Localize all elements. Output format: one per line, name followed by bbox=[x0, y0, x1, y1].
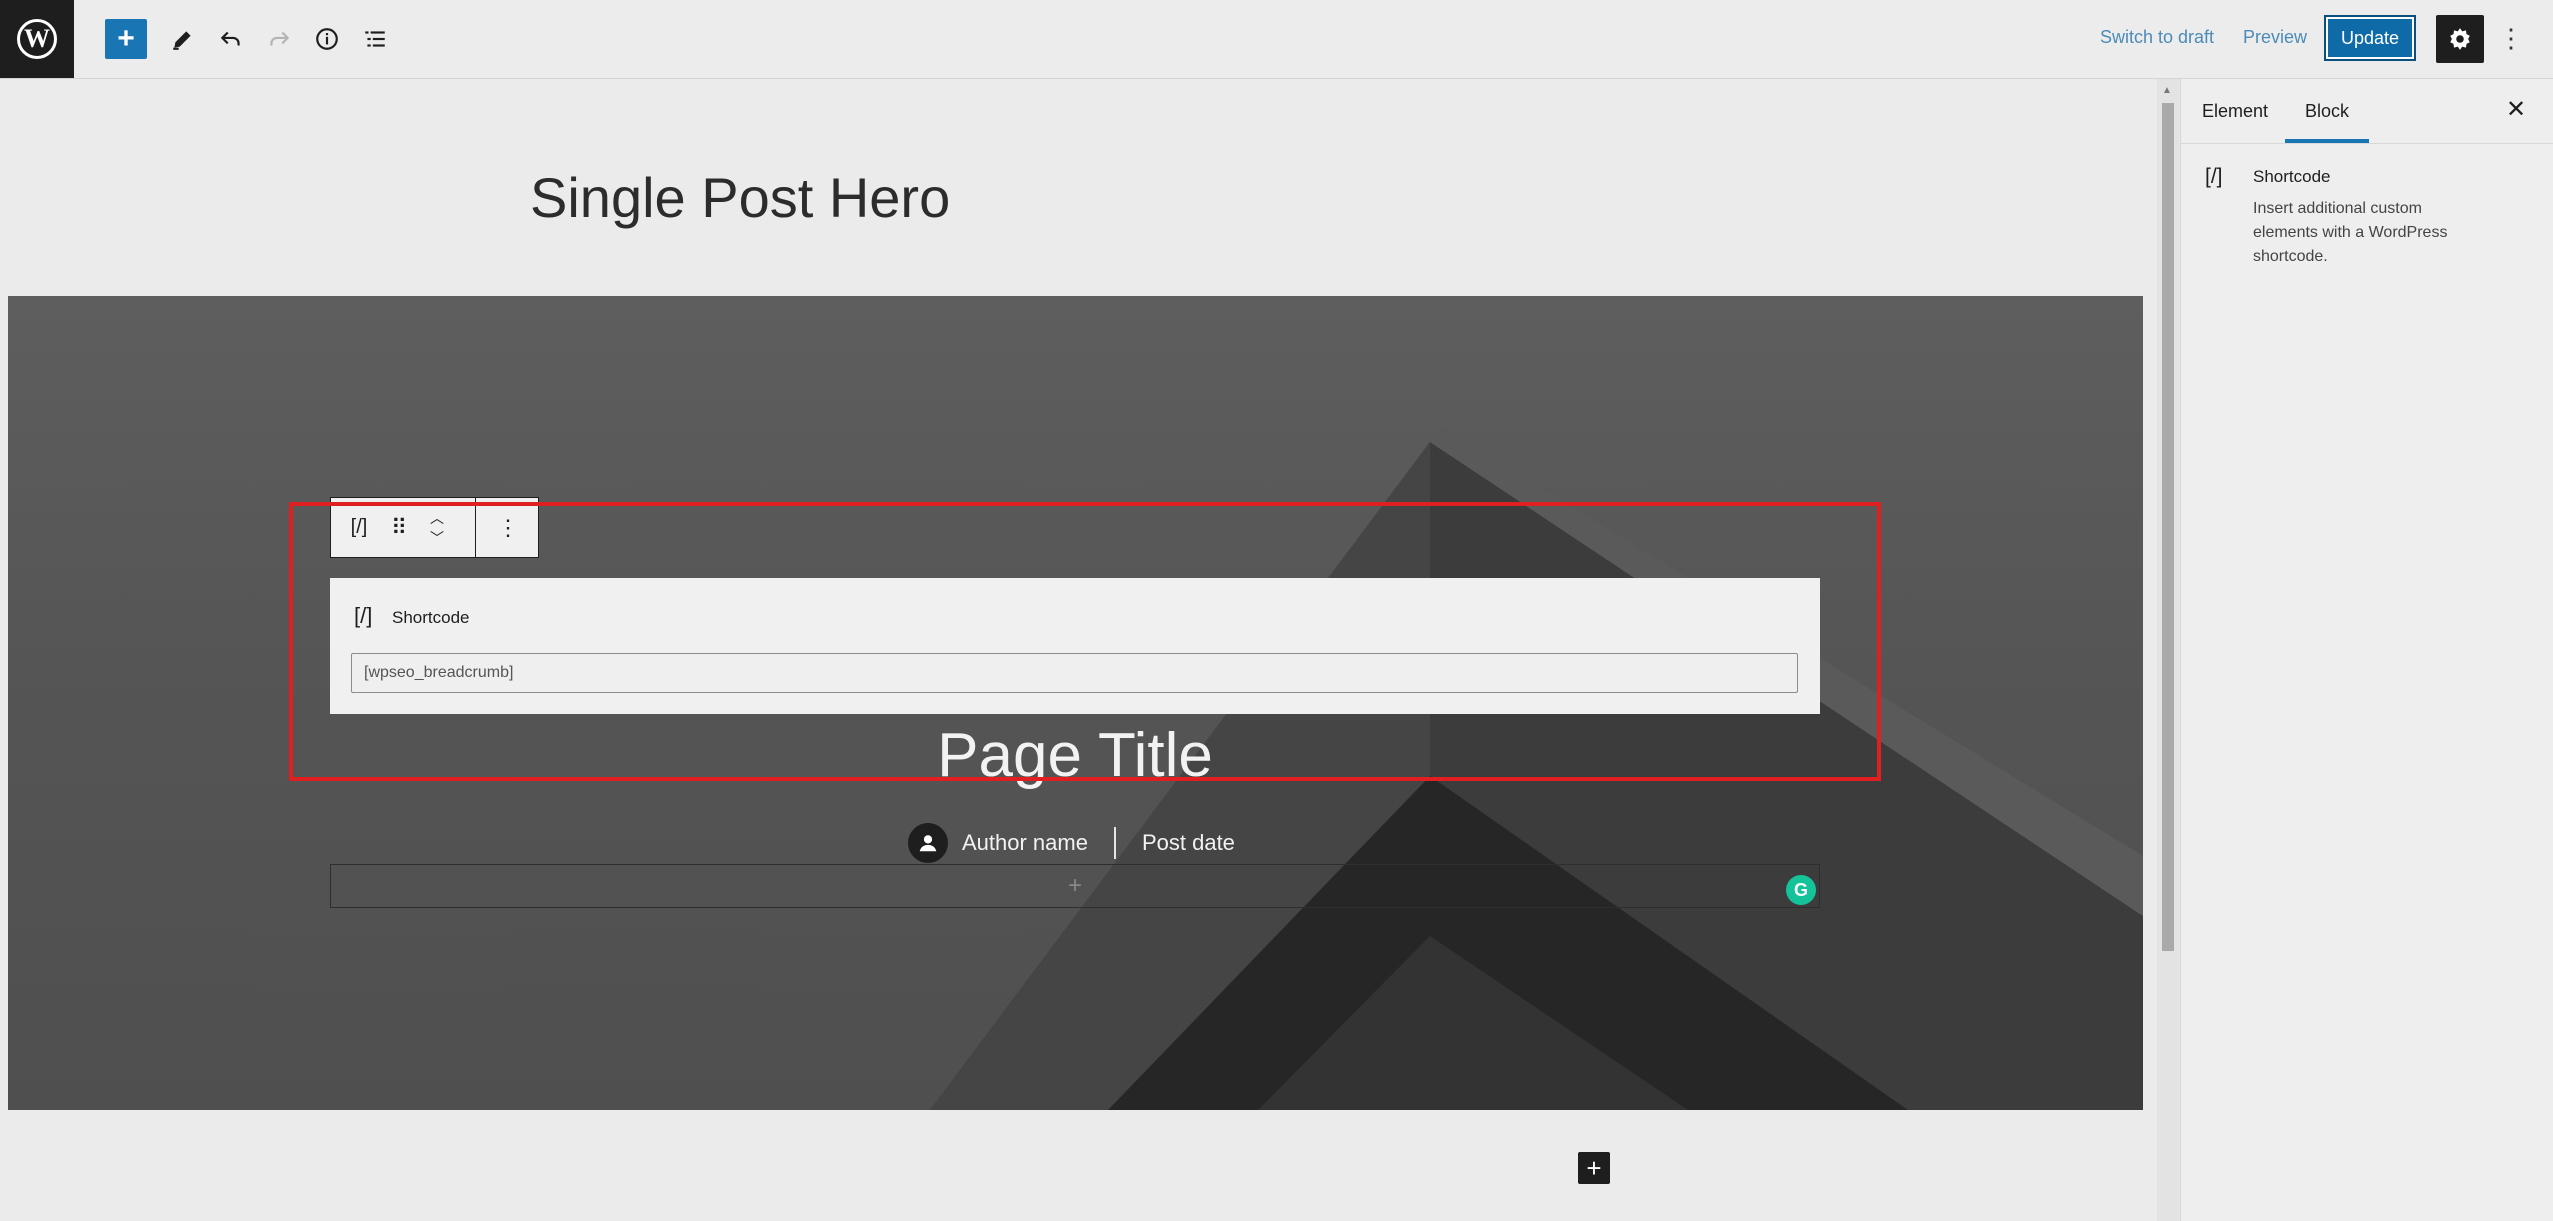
editor-header: W + Switch to draft Preview Update ⋮ bbox=[0, 0, 2553, 79]
template-title[interactable]: Single Post Hero bbox=[530, 165, 950, 230]
close-icon[interactable]: ✕ bbox=[2506, 95, 2526, 124]
meta-divider bbox=[1113, 827, 1116, 859]
highlight-annotation bbox=[289, 502, 1881, 781]
details-button[interactable] bbox=[307, 20, 347, 58]
block-appender-button[interactable]: + bbox=[330, 864, 1820, 908]
author-avatar-icon bbox=[908, 823, 948, 863]
tab-element[interactable]: Element bbox=[2202, 101, 2268, 122]
block-card-description: Insert additional custom elements with a… bbox=[2253, 200, 2448, 265]
settings-button[interactable] bbox=[2436, 15, 2484, 63]
scrollbar-thumb[interactable] bbox=[2162, 103, 2174, 951]
list-view-icon bbox=[365, 31, 385, 47]
pencil-icon bbox=[173, 31, 191, 50]
gear-icon bbox=[2450, 28, 2470, 50]
grammarly-icon[interactable]: G bbox=[1786, 875, 1816, 905]
redo-icon bbox=[270, 31, 290, 46]
update-button[interactable]: Update bbox=[2324, 15, 2416, 61]
undo-button[interactable] bbox=[211, 20, 251, 58]
undo-icon bbox=[220, 31, 240, 46]
active-tab-indicator bbox=[2285, 139, 2369, 143]
author-name[interactable]: Author name bbox=[962, 830, 1088, 856]
wordpress-logo-button[interactable]: W bbox=[0, 0, 74, 78]
tab-block[interactable]: Block bbox=[2305, 101, 2349, 122]
redo-button[interactable] bbox=[259, 20, 299, 58]
block-card-title: Shortcode bbox=[2253, 167, 2331, 186]
switch-to-draft-button[interactable]: Switch to draft bbox=[2100, 27, 2214, 48]
preview-button[interactable]: Preview bbox=[2243, 27, 2307, 48]
info-icon bbox=[316, 28, 338, 50]
post-meta: Author name Post date bbox=[908, 823, 1235, 863]
settings-sidebar: Element Block ✕ [/] Shortcode Insert add… bbox=[2180, 79, 2553, 1221]
wordpress-logo-icon: W bbox=[17, 19, 57, 59]
sidebar-tabs: Element Block ✕ bbox=[2181, 79, 2553, 144]
add-block-inline-button[interactable]: + bbox=[1578, 1152, 1610, 1184]
shortcode-icon: [/] bbox=[2205, 165, 2223, 188]
editor-scrollbar[interactable]: ▲ bbox=[2157, 79, 2179, 1221]
post-date[interactable]: Post date bbox=[1142, 830, 1235, 856]
tools-button[interactable] bbox=[163, 20, 203, 58]
options-menu-button[interactable]: ⋮ bbox=[2496, 18, 2526, 58]
scroll-up-icon[interactable]: ▲ bbox=[2162, 85, 2172, 96]
list-view-button[interactable] bbox=[355, 20, 395, 58]
add-block-button[interactable]: + bbox=[105, 19, 147, 59]
